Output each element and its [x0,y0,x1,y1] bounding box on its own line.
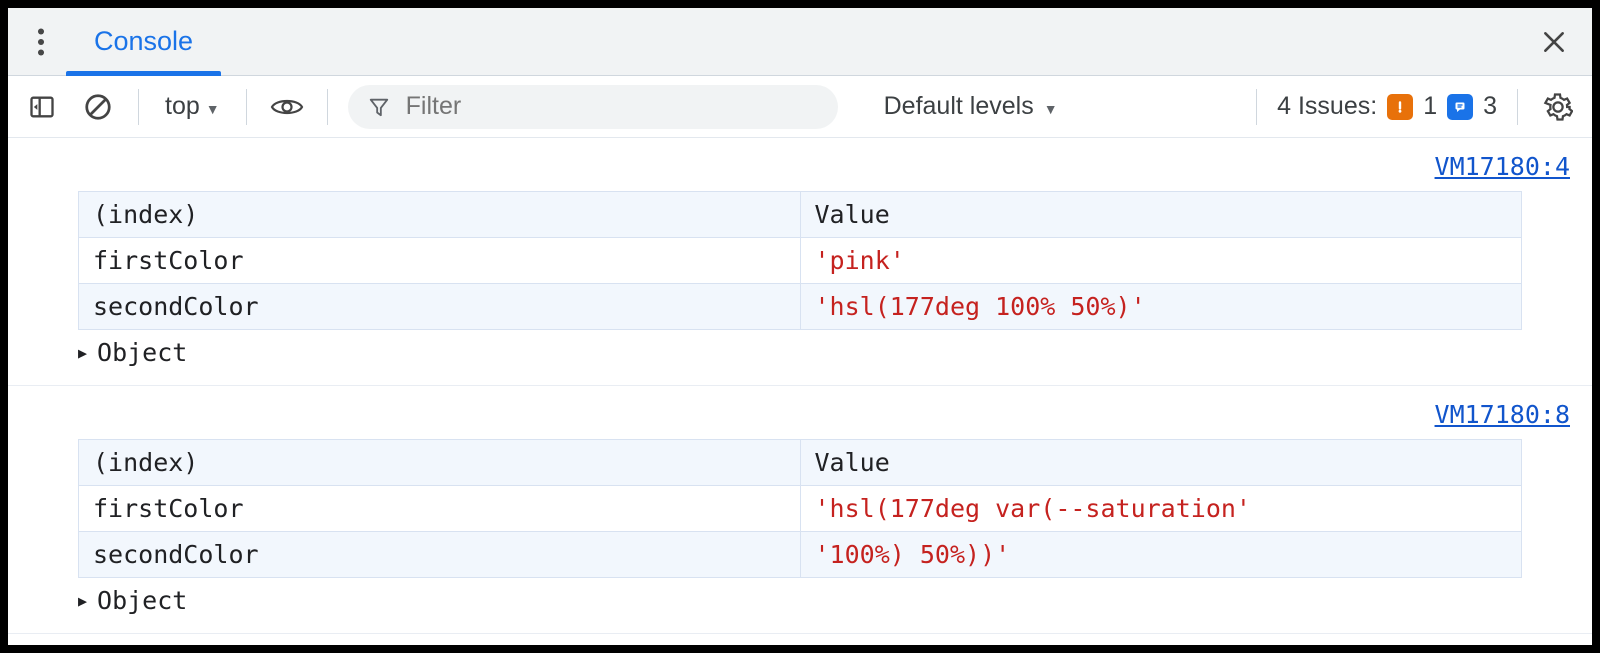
console-table: (index) Value firstColor 'pink' secondCo… [78,191,1522,330]
table-row[interactable]: secondColor 'hsl(177deg 100% 50%)' [79,284,1522,330]
info-icon [1453,100,1467,114]
issues-prefix: 4 Issues: [1277,92,1377,121]
devtools-tabbar: Console [8,8,1592,76]
more-tools-menu[interactable] [16,8,66,75]
levels-label: Default levels [884,92,1034,121]
object-expander[interactable]: ▶ Object [78,338,1570,367]
table-header-value[interactable]: Value [800,192,1522,238]
table-header-row: (index) Value [79,192,1522,238]
source-link[interactable]: VM17180:8 [1435,400,1570,429]
table-cell-value: '100%) 50%))' [800,532,1522,578]
filter-input[interactable] [404,91,818,122]
table-cell-key: firstColor [79,238,801,284]
filter-box [348,85,838,129]
table-row[interactable]: firstColor 'hsl(177deg var(--saturation' [79,486,1522,532]
settings-button[interactable] [1538,87,1578,127]
table-header-row: (index) Value [79,440,1522,486]
table-row[interactable]: secondColor '100%) 50%))' [79,532,1522,578]
toggle-sidebar-button[interactable] [22,87,62,127]
expand-triangle-icon: ▶ [78,344,87,362]
chevron-down-icon: ▼ [1044,101,1058,117]
table-cell-key: secondColor [79,532,801,578]
clear-console-button[interactable] [78,87,118,127]
object-label: Object [97,586,187,615]
gear-icon [1543,92,1573,122]
table-header-value[interactable]: Value [800,440,1522,486]
console-table: (index) Value firstColor 'hsl(177deg var… [78,439,1522,578]
table-header-index[interactable]: (index) [79,192,801,238]
object-expander[interactable]: ▶ Object [78,586,1570,615]
console-entry: VM17180:8 (index) Value firstColor 'hsl(… [8,386,1592,634]
table-cell-value: 'hsl(177deg 100% 50%)' [800,284,1522,330]
clear-icon [83,92,113,122]
table-cell-key: secondColor [79,284,801,330]
expand-triangle-icon: ▶ [78,592,87,610]
close-devtools-button[interactable] [1524,8,1584,75]
console-body: VM17180:4 (index) Value firstColor 'pink… [8,138,1592,645]
issue-warning-badge [1387,94,1413,120]
table-cell-value: 'pink' [800,238,1522,284]
warning-icon [1393,100,1407,114]
console-entry: VM17180:4 (index) Value firstColor 'pink… [8,138,1592,386]
issue-info-count: 3 [1483,92,1497,121]
filter-icon [368,96,390,118]
issue-warning-count: 1 [1423,92,1437,121]
table-row[interactable]: firstColor 'pink' [79,238,1522,284]
tab-label: Console [94,26,193,57]
execution-context-selector[interactable]: top ▼ [159,92,226,121]
source-link[interactable]: VM17180:4 [1435,152,1570,181]
tab-console[interactable]: Console [66,8,221,75]
eye-icon [270,95,304,119]
table-cell-key: firstColor [79,486,801,532]
live-expression-button[interactable] [267,87,307,127]
issues-summary[interactable]: 4 Issues: 1 3 [1277,92,1497,121]
sidebar-icon [28,93,56,121]
table-header-index[interactable]: (index) [79,440,801,486]
devtools-window: Console [8,8,1592,645]
console-toolbar: top ▼ Default levels ▼ [8,76,1592,138]
log-level-selector[interactable]: Default levels ▼ [884,92,1058,121]
source-link-container: VM17180:8 [8,386,1592,435]
object-label: Object [97,338,187,367]
issue-info-badge [1447,94,1473,120]
context-label: top [165,92,200,121]
chevron-down-icon: ▼ [206,101,220,117]
source-link-container: VM17180:4 [8,138,1592,187]
table-cell-value: 'hsl(177deg var(--saturation' [800,486,1522,532]
close-icon [1541,29,1567,55]
